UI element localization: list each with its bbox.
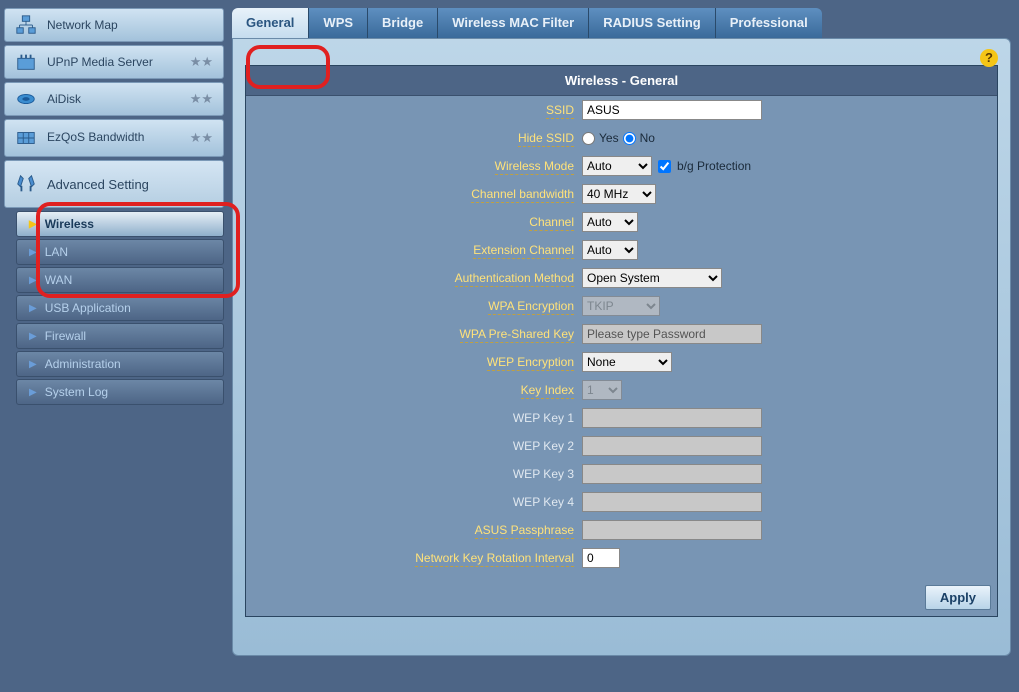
arrow-icon: ▶ [29, 275, 37, 286]
sidebar-item-admin[interactable]: ▶ Administration [16, 351, 224, 377]
star-icon: ★★ [190, 54, 213, 70]
passphrase-input [582, 520, 762, 540]
channel-select[interactable]: Auto [582, 212, 638, 232]
psk-label: WPA Pre-Shared Key [460, 327, 575, 343]
hide-ssid-yes[interactable] [582, 132, 595, 145]
star-icon: ★★ [190, 130, 213, 146]
wpa-enc-select: TKIP [582, 296, 660, 316]
passphrase-label: ASUS Passphrase [475, 523, 574, 539]
main-panel: General WPS Bridge Wireless MAC Filter R… [228, 0, 1019, 692]
tab-wps[interactable]: WPS [309, 8, 368, 38]
hide-ssid-label: Hide SSID [518, 131, 574, 147]
wep4-input [582, 492, 762, 512]
wep3-input [582, 464, 762, 484]
psk-input [582, 324, 762, 344]
sidebar-item-wan[interactable]: ▶ WAN [16, 267, 224, 293]
tab-radius[interactable]: RADIUS Setting [589, 8, 716, 38]
help-icon[interactable]: ? [980, 49, 998, 67]
ssid-input[interactable] [582, 100, 762, 120]
hide-ssid-no[interactable] [623, 132, 636, 145]
auth-select[interactable]: Open System [582, 268, 722, 288]
arrow-icon: ▶ [29, 303, 37, 314]
media-server-icon [15, 51, 37, 73]
wep1-input [582, 408, 762, 428]
nav-upnp[interactable]: UPnP Media Server ★★ [4, 45, 224, 79]
arrow-icon: ▶ [29, 247, 37, 258]
nav-label: AiDisk [47, 92, 81, 106]
mode-label: Wireless Mode [495, 159, 574, 175]
wep3-label: WEP Key 3 [513, 467, 574, 482]
ssid-label: SSID [546, 103, 574, 119]
sidebar-item-usb[interactable]: ▶ USB Application [16, 295, 224, 321]
wep1-label: WEP Key 1 [513, 411, 574, 426]
tools-icon [15, 173, 37, 195]
wep4-label: WEP Key 4 [513, 495, 574, 510]
panel-title: Wireless - General [246, 66, 997, 96]
sidebar-item-lan[interactable]: ▶ LAN [16, 239, 224, 265]
apply-button[interactable]: Apply [925, 585, 991, 610]
nav-aidisk[interactable]: AiDisk ★★ [4, 82, 224, 116]
wep-enc-label: WEP Encryption [487, 355, 574, 371]
wpa-enc-label: WPA Encryption [488, 299, 574, 315]
nav-network-map[interactable]: Network Map [4, 8, 224, 42]
wep2-label: WEP Key 2 [513, 439, 574, 454]
aidisk-icon [15, 88, 37, 110]
sidebar-item-label: LAN [45, 245, 68, 259]
no-label: No [640, 131, 655, 145]
rotation-label: Network Key Rotation Interval [415, 551, 574, 567]
form-body: SSID Hide SSID Yes No Wireless Mode [246, 96, 997, 616]
arrow-icon: ▶ [29, 219, 37, 230]
nav-ezqos[interactable]: EzQoS Bandwidth ★★ [4, 119, 224, 157]
arrow-icon: ▶ [29, 387, 37, 398]
wep2-input [582, 436, 762, 456]
advanced-label: Advanced Setting [47, 177, 149, 192]
star-icon: ★★ [190, 91, 213, 107]
nav-label: Network Map [47, 18, 118, 32]
arrow-icon: ▶ [29, 331, 37, 342]
content-panel: ? Wireless - General SSID Hide SSID Yes … [232, 38, 1011, 656]
sidebar-item-label: Administration [45, 357, 121, 371]
sidebar-item-label: Firewall [45, 329, 86, 343]
key-index-select: 1 [582, 380, 622, 400]
sidebar-item-wireless[interactable]: ▶ Wireless [16, 211, 224, 237]
sidebar: Network Map UPnP Media Server ★★ AiDisk … [0, 0, 228, 692]
sidebar-item-label: USB Application [45, 301, 131, 315]
form-panel: Wireless - General SSID Hide SSID Yes No [245, 65, 998, 617]
auth-label: Authentication Method [455, 271, 574, 287]
rotation-input[interactable] [582, 548, 620, 568]
tab-general[interactable]: General [232, 8, 309, 38]
network-map-icon [15, 14, 37, 36]
tab-professional[interactable]: Professional [716, 8, 822, 38]
arrow-icon: ▶ [29, 359, 37, 370]
sidebar-item-syslog[interactable]: ▶ System Log [16, 379, 224, 405]
sidebar-item-label: Wireless [45, 217, 94, 231]
tab-bar: General WPS Bridge Wireless MAC Filter R… [232, 8, 1011, 38]
channel-label: Channel [529, 215, 574, 231]
bg-protection-label: b/g Protection [677, 159, 751, 173]
bandwidth-label: Channel bandwidth [471, 187, 574, 203]
bg-protection-checkbox[interactable] [658, 160, 671, 173]
nav-label: EzQoS Bandwidth [47, 131, 144, 144]
ezqos-icon [15, 127, 37, 149]
sidebar-item-firewall[interactable]: ▶ Firewall [16, 323, 224, 349]
ext-channel-select[interactable]: Auto [582, 240, 638, 260]
key-index-label: Key Index [521, 383, 574, 399]
tab-macfilter[interactable]: Wireless MAC Filter [438, 8, 589, 38]
wep-enc-select[interactable]: None [582, 352, 672, 372]
advanced-setting-header[interactable]: Advanced Setting [4, 160, 224, 208]
bandwidth-select[interactable]: 40 MHz [582, 184, 656, 204]
sidebar-item-label: System Log [45, 385, 108, 399]
ext-channel-label: Extension Channel [473, 243, 574, 259]
tab-bridge[interactable]: Bridge [368, 8, 438, 38]
yes-label: Yes [599, 131, 619, 145]
sidebar-item-label: WAN [45, 273, 73, 287]
nav-label: UPnP Media Server [47, 55, 153, 69]
mode-select[interactable]: Auto [582, 156, 652, 176]
